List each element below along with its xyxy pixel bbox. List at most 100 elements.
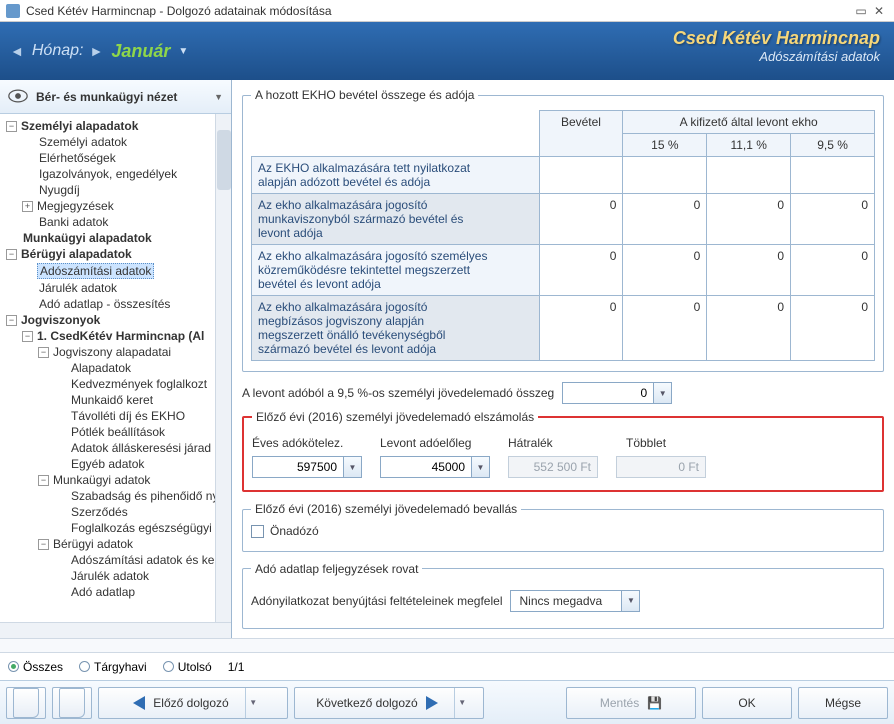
tree-node[interactable]: Igazolványok, engedélyek — [0, 166, 231, 182]
expand-icon[interactable]: + — [22, 201, 33, 212]
nyilatkozat-value: Nincs megadva — [511, 591, 621, 611]
collapse-icon[interactable]: − — [22, 331, 33, 342]
levont-input[interactable]: ▼ — [562, 382, 672, 404]
arrow-right-icon — [426, 696, 438, 710]
tree-node[interactable]: −Bérügyi alapadatok — [0, 246, 231, 262]
nyilatkozat-select[interactable]: Nincs megadva ▼ — [510, 590, 640, 612]
collapse-icon[interactable]: − — [38, 539, 49, 550]
tree-node[interactable]: Adó adatlap — [0, 584, 231, 600]
dropdown-icon[interactable]: ▼ — [471, 457, 489, 477]
tree-node-label: Bérügyi adatok — [51, 537, 135, 551]
tree-node[interactable]: −Munkaügyi adatok — [0, 472, 231, 488]
onadozo-checkbox[interactable]: Önadózó — [251, 524, 319, 538]
tree-node[interactable]: Adó adatlap - összesítés — [0, 296, 231, 312]
table-cell[interactable]: 0 — [791, 245, 875, 296]
view-selector[interactable]: Bér- és munkaügyi nézet ▼ — [0, 80, 231, 114]
tree-node[interactable]: −Személyi alapadatok — [0, 118, 231, 134]
tree-node[interactable]: Járulék adatok — [0, 280, 231, 296]
table-cell[interactable]: 0 — [707, 194, 791, 245]
tree-node[interactable]: −Bérügyi adatok — [0, 536, 231, 552]
col-9-5: 9,5 % — [791, 134, 875, 157]
radio-targyhavi[interactable]: Tárgyhavi — [79, 660, 147, 674]
levont-eloleg-input[interactable]: ▼ — [380, 456, 490, 478]
current-month[interactable]: Január — [111, 41, 170, 62]
checkbox-icon — [251, 525, 264, 538]
table-cell[interactable]: 0 — [791, 194, 875, 245]
tree-node[interactable]: Pótlék beállítások — [0, 424, 231, 440]
tree-node-label: Járulék adatok — [69, 569, 151, 583]
nav-tree[interactable]: −Személyi alapadatokSzemélyi adatokElérh… — [0, 114, 231, 622]
dropdown-icon[interactable]: ▼ — [621, 591, 639, 611]
eves-input[interactable]: ▼ — [252, 456, 362, 478]
table-cell[interactable]: 0 — [539, 245, 623, 296]
table-cell[interactable]: 0 — [707, 245, 791, 296]
table-cell[interactable]: 0 — [623, 296, 707, 361]
table-cell[interactable] — [791, 157, 875, 194]
cancel-button[interactable]: Mégse — [798, 687, 888, 719]
month-dropdown-icon[interactable]: ▼ — [178, 46, 188, 57]
tree-node[interactable]: Adatok álláskeresési járad — [0, 440, 231, 456]
tree-node[interactable]: Munkaügyi alapadatok — [0, 230, 231, 246]
eves-input-field[interactable] — [253, 457, 343, 477]
page-icon-1[interactable] — [6, 687, 46, 719]
nav-prev-icon[interactable]: ◄ — [10, 43, 24, 59]
adatlap-fieldset: Adó adatlap feljegyzések rovat Adónyilat… — [242, 562, 884, 629]
next-employee-button[interactable]: Következő dolgozó ▼ — [294, 687, 484, 719]
tree-node-label: Munkaidő keret — [69, 393, 155, 407]
minimize-button[interactable]: ▭ — [852, 4, 870, 18]
tree-node[interactable]: Egyéb adatok — [0, 456, 231, 472]
tree-node[interactable]: Alapadatok — [0, 360, 231, 376]
tree-node[interactable]: +Megjegyzések — [0, 198, 231, 214]
table-row: Az ekho alkalmazására jogosító személyes… — [252, 245, 875, 296]
page-icon-2[interactable] — [52, 687, 92, 719]
table-cell[interactable] — [539, 157, 623, 194]
close-button[interactable]: ✕ — [870, 4, 888, 18]
tree-node[interactable]: Távolléti díj és EKHO — [0, 408, 231, 424]
tree-node[interactable]: Adószámítási adatok — [0, 262, 231, 280]
split-dropdown-icon[interactable]: ▼ — [454, 688, 470, 718]
tree-node[interactable]: Szabadság és pihenőidő ny — [0, 488, 231, 504]
tree-node-label: Munkaügyi alapadatok — [21, 231, 154, 245]
table-cell[interactable]: 0 — [623, 245, 707, 296]
tree-node[interactable]: Elérhetőségek — [0, 150, 231, 166]
levont-input-field[interactable] — [563, 383, 653, 403]
col-eves: Éves adókötelez. — [252, 436, 352, 450]
collapse-icon[interactable]: − — [6, 315, 17, 326]
collapse-icon[interactable]: − — [38, 347, 49, 358]
nav-next-icon[interactable]: ► — [89, 43, 103, 59]
radio-osszes[interactable]: Összes — [8, 660, 63, 674]
table-cell[interactable]: 0 — [707, 296, 791, 361]
tree-hscrollbar[interactable] — [0, 622, 231, 638]
tree-node[interactable]: Szerződés — [0, 504, 231, 520]
tree-node[interactable]: Járulék adatok — [0, 568, 231, 584]
radio-utolso[interactable]: Utolsó — [163, 660, 212, 674]
chevron-down-icon[interactable]: ▼ — [214, 92, 223, 102]
table-cell[interactable] — [707, 157, 791, 194]
tree-vscrollbar[interactable] — [215, 114, 231, 622]
table-cell[interactable]: 0 — [791, 296, 875, 361]
tree-node[interactable]: Munkaidő keret — [0, 392, 231, 408]
tree-node[interactable]: Foglalkozás egészségügyi : — [0, 520, 231, 536]
save-button[interactable]: Mentés 💾 — [566, 687, 696, 719]
table-cell[interactable]: 0 — [539, 194, 623, 245]
tree-node[interactable]: Nyugdíj — [0, 182, 231, 198]
collapse-icon[interactable]: − — [6, 249, 17, 260]
dropdown-icon[interactable]: ▼ — [343, 457, 361, 477]
prev-employee-button[interactable]: Előző dolgozó ▼ — [98, 687, 288, 719]
ok-button[interactable]: OK — [702, 687, 792, 719]
table-cell[interactable] — [623, 157, 707, 194]
table-cell[interactable]: 0 — [623, 194, 707, 245]
tree-node[interactable]: Adószámítási adatok és ke — [0, 552, 231, 568]
tree-node[interactable]: Banki adatok — [0, 214, 231, 230]
levont-eloleg-field[interactable] — [381, 457, 471, 477]
table-cell[interactable]: 0 — [539, 296, 623, 361]
tree-node[interactable]: −1. CsedKétév Harmincnap (Al — [0, 328, 231, 344]
tree-node[interactable]: Kedvezmények foglalkozt — [0, 376, 231, 392]
split-dropdown-icon[interactable]: ▼ — [245, 688, 261, 718]
tree-node[interactable]: Személyi adatok — [0, 134, 231, 150]
collapse-icon[interactable]: − — [38, 475, 49, 486]
tree-node[interactable]: −Jogviszony alapadatai — [0, 344, 231, 360]
dropdown-icon[interactable]: ▼ — [653, 383, 671, 403]
collapse-icon[interactable]: − — [6, 121, 17, 132]
tree-node[interactable]: −Jogviszonyok — [0, 312, 231, 328]
